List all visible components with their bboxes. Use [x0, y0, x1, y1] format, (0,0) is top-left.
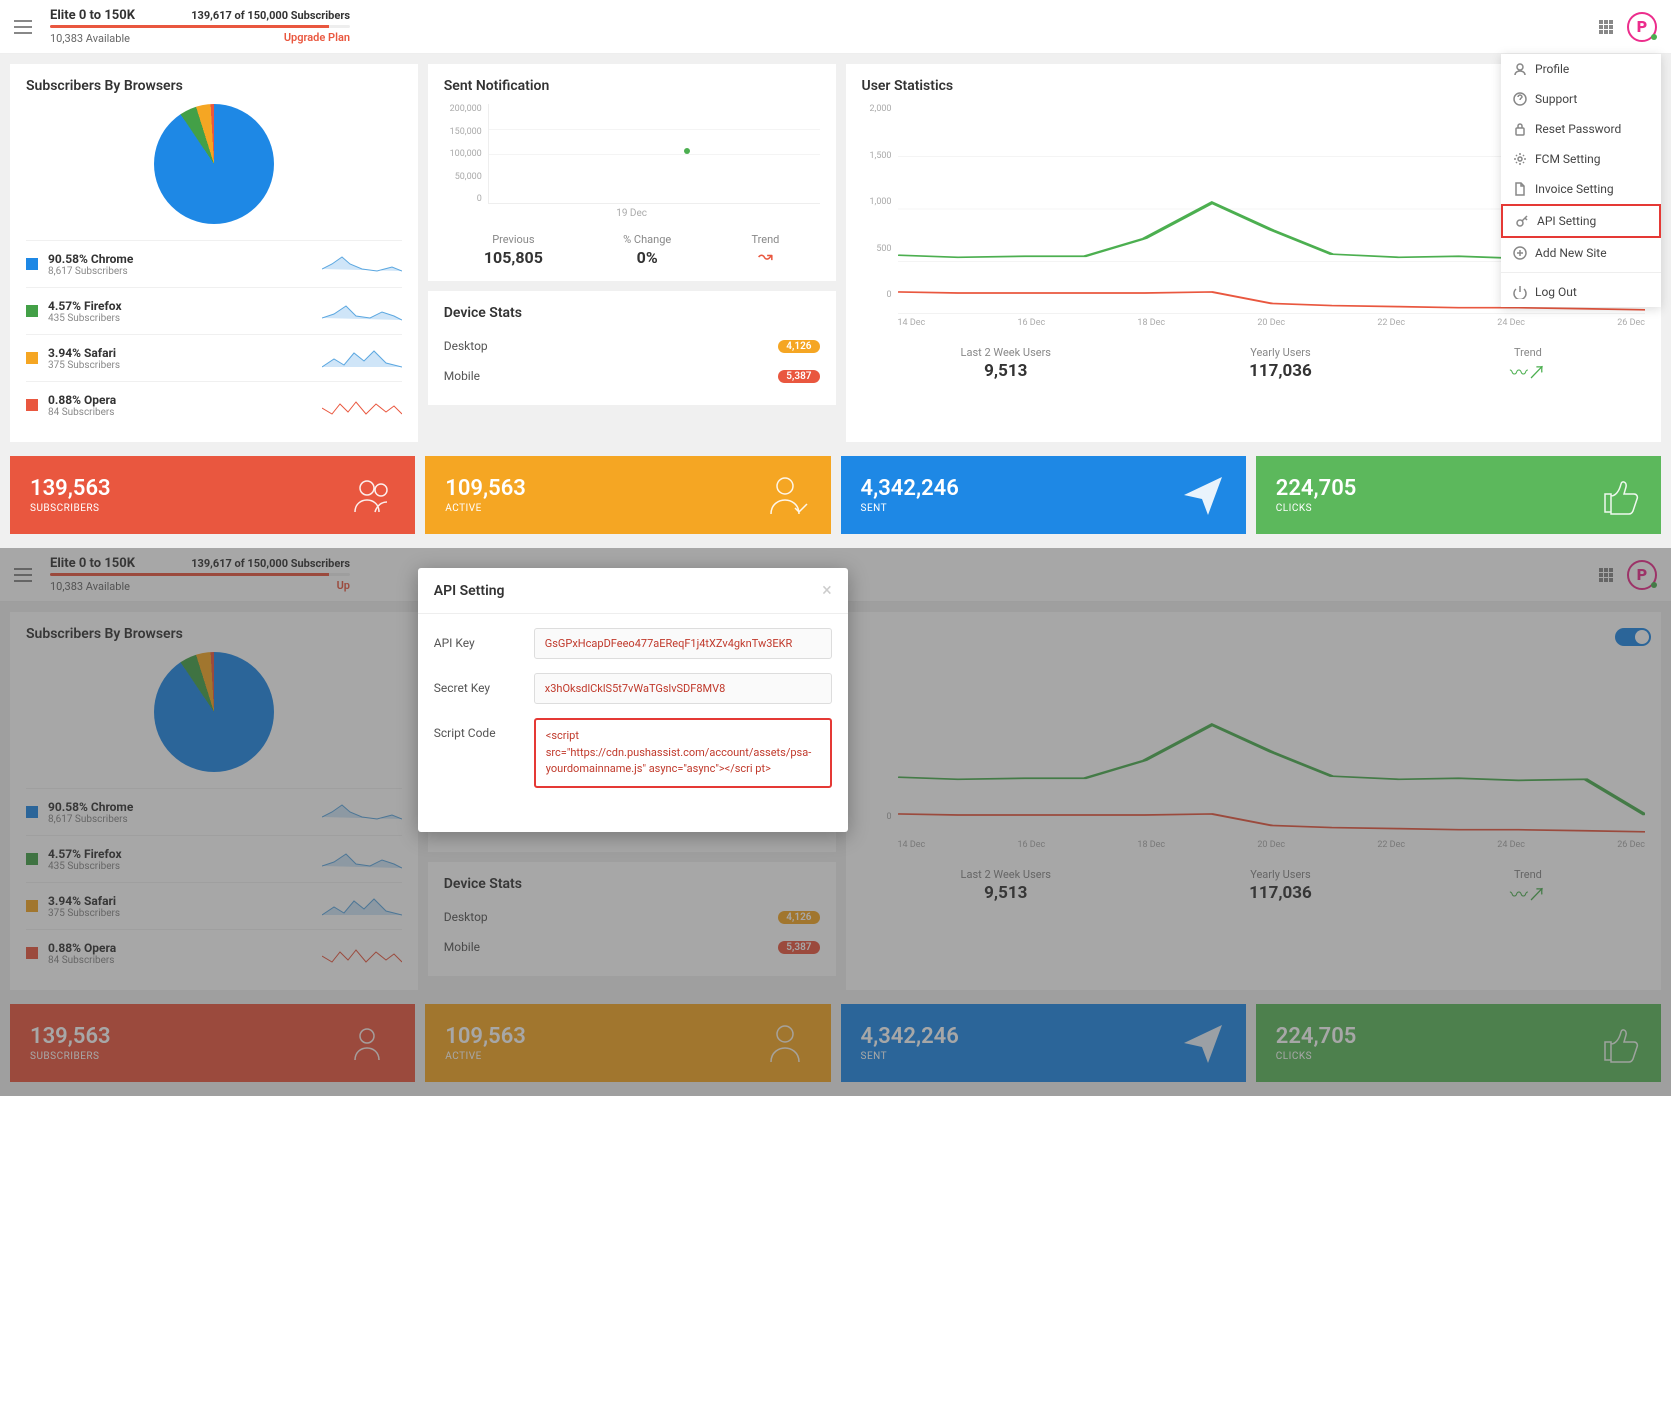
device-badge: 4,126: [778, 340, 819, 353]
browsers-pie: [154, 104, 274, 224]
menu-icon[interactable]: [14, 20, 32, 34]
browser-row: 0.88% Opera84 Subscribers: [26, 381, 402, 428]
notification-card: Sent Notification 200,000150,000100,0005…: [428, 64, 836, 281]
secret-key-label: Secret Key: [434, 673, 534, 695]
gear-icon: [1513, 152, 1527, 166]
kpi-active[interactable]: 109,563ACTIVE: [425, 456, 830, 534]
dropdown-logout[interactable]: Log Out: [1501, 277, 1661, 307]
user-xaxis: 14 Dec16 Dec18 Dec20 Dec22 Dec24 Dec26 D…: [862, 314, 1646, 328]
plus-icon: [1513, 246, 1527, 260]
plan-progress: [50, 25, 350, 28]
dashboard-top: Elite 0 to 150K 139,617 of 150,000 Subsc…: [0, 0, 1671, 548]
power-icon: [1513, 285, 1527, 299]
dropdown-invoice-setting[interactable]: Invoice Setting: [1501, 174, 1661, 204]
send-icon: [1180, 472, 1226, 518]
color-swatch: [26, 352, 38, 364]
user-icon: [1513, 62, 1527, 76]
modal-title: API Setting: [434, 583, 505, 599]
lock-icon: [1513, 122, 1527, 136]
device-row: Desktop4,126: [444, 331, 820, 361]
dropdown-reset-password[interactable]: Reset Password: [1501, 114, 1661, 144]
file-icon: [1513, 182, 1527, 196]
help-icon: [1513, 92, 1527, 106]
topbar: Elite 0 to 150K 139,617 of 150,000 Subsc…: [0, 0, 1671, 54]
user-check-icon: [765, 472, 811, 518]
trend-up-icon: 〰↗: [1510, 359, 1546, 385]
dropdown-api-setting[interactable]: API Setting: [1501, 204, 1661, 238]
device-badge: 5,387: [778, 370, 819, 383]
kpi-row: 139,563SUBSCRIBERS 109,563ACTIVE 4,342,2…: [0, 456, 1671, 548]
color-swatch: [26, 305, 38, 317]
plan-subscribers: 139,617 of 150,000 Subscribers: [191, 9, 350, 22]
avatar[interactable]: P: [1627, 12, 1657, 42]
dropdown-support[interactable]: Support: [1501, 84, 1661, 114]
kpi-subscribers[interactable]: 139,563SUBSCRIBERS: [10, 456, 415, 534]
browser-row: 3.94% Safari375 Subscribers: [26, 334, 402, 381]
profile-dropdown: Profile Support Reset Password FCM Setti…: [1501, 54, 1661, 307]
trend-down-icon: ↝: [751, 246, 779, 267]
script-code-label: Script Code: [434, 718, 534, 740]
sparkline: [322, 296, 402, 326]
secret-key-field[interactable]: x3hOksdlCklS5t7vWaTGslvSDF8MV8: [534, 673, 832, 704]
api-key-field[interactable]: GsGPxHcapDFeeo477aEReqF1j4tXZv4gknTw3EKR: [534, 628, 832, 659]
sparkline: [322, 249, 402, 279]
script-code-field[interactable]: <script src="https://cdn.pushassist.com/…: [534, 718, 832, 788]
devices-card: Device Stats Desktop4,126 Mobile5,387: [428, 291, 836, 405]
browsers-card: Subscribers By Browsers 90.58% Chrome8,6…: [10, 64, 418, 442]
thumb-icon: [1595, 472, 1641, 518]
browser-row: 90.58% Chrome8,617 Subscribers: [26, 240, 402, 287]
key-icon: [1515, 214, 1529, 228]
dropdown-profile[interactable]: Profile: [1501, 54, 1661, 84]
kpi-clicks[interactable]: 224,705CLICKS: [1256, 456, 1661, 534]
sparkline: [322, 343, 402, 373]
notif-plot: [488, 104, 820, 204]
upgrade-plan-link[interactable]: Upgrade Plan: [284, 31, 350, 44]
sparkline: [322, 390, 402, 420]
api-key-label: API Key: [434, 628, 534, 650]
devices-title: Device Stats: [444, 305, 820, 321]
users-icon: [349, 472, 395, 518]
dashboard-bottom: Elite 0 to 150K 139,617 of 150,000 Subsc…: [0, 548, 1671, 1096]
kpi-sent[interactable]: 4,342,246SENT: [841, 456, 1246, 534]
apps-icon[interactable]: [1599, 20, 1613, 34]
user-yaxis: 2,0001,5001,0005000: [862, 104, 898, 314]
notification-title: Sent Notification: [444, 78, 820, 94]
api-setting-modal: API Setting × API Key GsGPxHcapDFeeo477a…: [418, 568, 848, 832]
browser-row: 4.57% Firefox435 Subscribers: [26, 287, 402, 334]
color-swatch: [26, 399, 38, 411]
color-swatch: [26, 258, 38, 270]
modal-close-icon[interactable]: ×: [822, 580, 832, 601]
notif-yaxis: 200,000150,000100,00050,0000: [444, 104, 488, 204]
browsers-title: Subscribers By Browsers: [26, 78, 402, 94]
device-row: Mobile5,387: [444, 361, 820, 391]
dropdown-add-new-site[interactable]: Add New Site: [1501, 238, 1661, 268]
dropdown-fcm-setting[interactable]: FCM Setting: [1501, 144, 1661, 174]
